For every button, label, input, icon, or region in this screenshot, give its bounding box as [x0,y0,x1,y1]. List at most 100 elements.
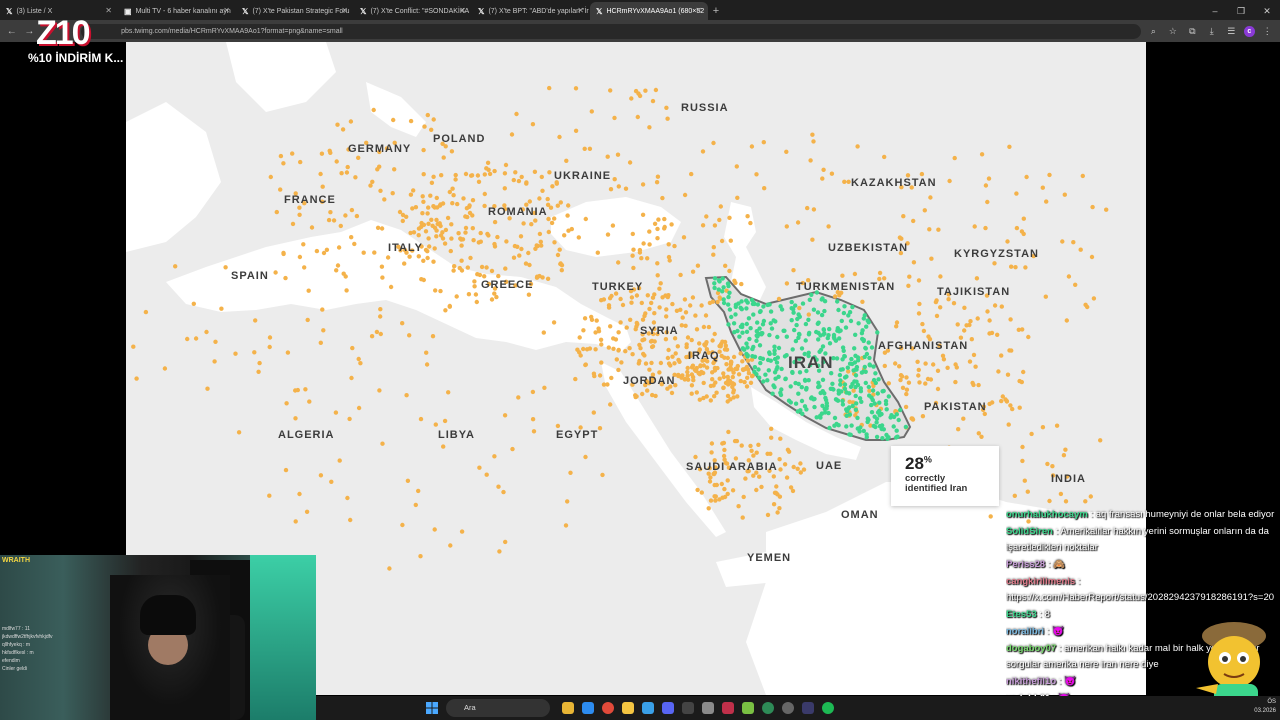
menu-kebab-icon[interactable]: ⋮ [1261,26,1274,37]
folder-icon[interactable] [622,702,634,714]
wrong-guess-dot [349,235,354,240]
chrome-icon[interactable] [602,702,614,714]
wrong-guess-dot [731,382,737,387]
close-window-icon[interactable]: ✕ [1254,2,1280,20]
correct-guess-dot [795,409,801,414]
wrong-guess-dot [1104,207,1109,212]
spotify-icon[interactable] [822,702,834,714]
chat-username[interactable]: dogaboy07 [1006,643,1056,654]
wrong-guess-dot [773,490,778,496]
wrong-guess-dot [1061,453,1067,458]
store-icon[interactable] [642,702,654,714]
close-icon[interactable]: ✕ [577,6,584,15]
wrong-guess-dot [613,337,619,342]
extensions-icon[interactable]: ⧉ [1186,26,1199,37]
chat-username[interactable]: noralibri [1006,626,1044,637]
wrong-guess-dot [647,229,652,234]
chat-text: 😈 [1064,676,1076,687]
new-tab-button[interactable]: + [708,2,724,20]
wrong-guess-dot [673,351,678,356]
correct-guess-dot [853,407,859,412]
download-icon[interactable]: ⤓ [1205,26,1218,37]
tab-x-bpt[interactable]: 𝕏 (7) X'te BPT: "ABD'de yapılan "İr ✕ [472,2,590,20]
wrong-guess-dot [917,301,922,307]
wrong-guess-dot [712,331,717,337]
wrong-guess-dot [476,240,481,245]
tab-multi-tv[interactable]: ▣ Multi TV - 6 haber kanalını ayn ✕ [118,2,236,20]
wrong-guess-dot [733,456,739,461]
wrong-guess-dot [459,237,464,242]
wrong-guess-dot [445,215,451,221]
discord-icon[interactable] [662,702,674,714]
steam-icon[interactable] [802,702,814,714]
wrong-guess-dot [650,392,655,398]
taskbar-search[interactable]: Ara [446,699,550,717]
obs-icon[interactable] [782,702,794,714]
back-icon[interactable]: ← [6,26,18,37]
edge-icon[interactable] [582,702,594,714]
wrong-guess-dot [463,214,468,219]
wrong-guess-dot [608,324,613,329]
wrong-guess-dot [656,217,661,222]
minimize-icon[interactable]: – [1202,2,1228,20]
system-tray[interactable]: ÖS 03.2026 [1254,698,1276,716]
wrong-guess-dot [557,247,562,252]
wrong-guess-dot [301,242,306,247]
tab-x-pakistan[interactable]: 𝕏 (7) X'te Pakistan Strategic Foru ✕ [236,2,354,20]
wrong-guess-dot [785,447,791,452]
settings-icon[interactable] [702,702,714,714]
wrong-guess-dot [441,155,446,160]
url-field[interactable]: pbs.twimg.com/media/HCRmRYvXMAA9Ao1?form… [81,23,1141,39]
correct-guess-dot [898,407,903,413]
wrong-guess-dot [283,275,288,281]
wrong-guess-dot [1021,216,1026,221]
correct-guess-dot [727,307,733,312]
xbox-icon[interactable] [762,702,774,714]
bookmark-star-icon[interactable]: ☆ [1166,26,1179,37]
wrong-guess-dot [928,195,933,200]
wrong-guess-dot [1085,304,1090,310]
wrong-guess-dot [512,243,518,249]
wrong-guess-dot [306,288,311,293]
wrong-guess-dot [463,230,468,235]
game-icon[interactable] [742,702,754,714]
wrong-guess-dot [1020,444,1025,450]
correct-guess-dot [788,384,793,389]
close-icon[interactable]: ✕ [459,6,466,15]
label-saudi-arabia: SAUDI ARABIA [686,461,778,473]
app-icon[interactable] [722,702,734,714]
correct-guess-dot [757,343,763,348]
correct-guess-dot [853,373,859,378]
correct-guess-dot [755,320,760,325]
wrong-guess-dot [996,369,1001,374]
tab-x-conflict[interactable]: 𝕏 (7) X'te Conflict: "#SONDAKİKA ✕ [354,2,472,20]
forward-icon[interactable]: → [24,26,36,37]
reading-list-icon[interactable]: ☰ [1225,26,1238,37]
wrong-guess-dot [675,344,680,349]
chat-username[interactable]: cangkirilimenis [1006,576,1075,587]
wrong-guess-dot [526,250,531,256]
restore-icon[interactable]: ❐ [1228,2,1254,20]
terminal-icon[interactable] [682,702,694,714]
chat-username[interactable]: onurhalukhocaym [1006,509,1088,520]
close-icon[interactable]: ✕ [341,6,348,15]
label-yemen: YEMEN [747,552,791,564]
zoom-icon[interactable]: ⌕ [1147,26,1160,37]
wrong-guess-dot [710,338,715,343]
wrong-guess-dot [474,299,479,305]
chat-username[interactable]: Etes53 [1006,609,1037,620]
wrong-guess-dot [473,292,479,297]
wrong-guess-dot [655,236,660,241]
close-icon[interactable]: ✕ [695,6,702,15]
windows-start-icon[interactable] [426,702,438,714]
chat-username[interactable]: Periss28 [1006,559,1045,570]
chat-username[interactable]: SolidSiren [1006,526,1053,537]
label-jordan: JORDAN [623,375,675,387]
close-icon[interactable]: ✕ [223,6,230,15]
tab-image[interactable]: 𝕏 HCRmRYvXMAA9Ao1 (680×52 ✕ [590,2,708,20]
profile-avatar-icon[interactable]: c [1243,25,1255,37]
wrong-guess-dot [929,256,934,261]
explorer-icon[interactable] [562,702,574,714]
close-icon[interactable]: ✕ [105,6,112,15]
chat-username[interactable]: nikithefil1o [1006,676,1056,687]
